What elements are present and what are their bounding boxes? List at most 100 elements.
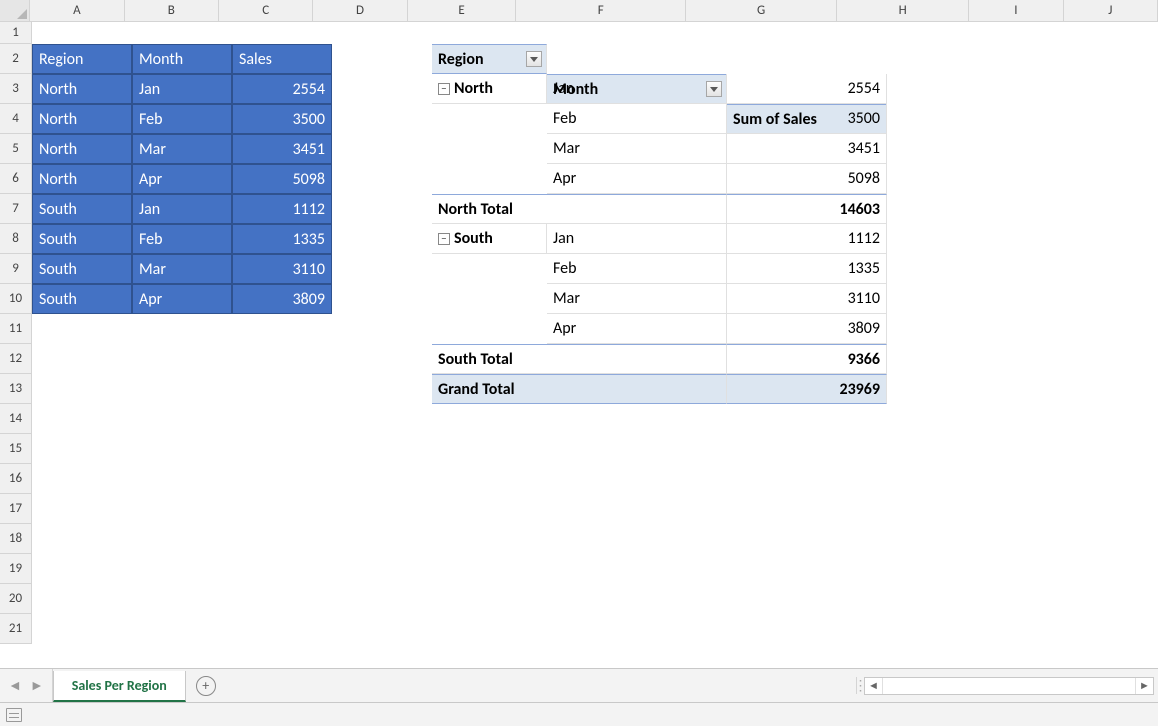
scroll-right-icon[interactable]: ► — [1135, 678, 1153, 694]
source-header-sales[interactable]: Sales — [232, 44, 332, 74]
source-cell-region[interactable]: North — [32, 134, 132, 164]
source-cell-month[interactable]: Jan — [132, 74, 232, 104]
sheet-nav-arrows[interactable]: ◄ ► — [0, 669, 53, 702]
row-header-10[interactable]: 10 — [0, 284, 32, 314]
source-cell-month[interactable]: Feb — [132, 224, 232, 254]
pivot-filter-region-dropdown[interactable] — [526, 51, 542, 67]
row-header-15[interactable]: 15 — [0, 434, 32, 464]
column-header-F[interactable]: F — [516, 0, 686, 22]
sheet-tab-active[interactable]: Sales Per Region — [53, 671, 186, 702]
source-cell-region[interactable]: South — [32, 194, 132, 224]
column-header-D[interactable]: D — [313, 0, 407, 22]
row-header-9[interactable]: 9 — [0, 254, 32, 284]
pivot-month[interactable]: Feb — [547, 104, 727, 134]
add-sheet-button[interactable]: + — [186, 669, 226, 702]
row-header-20[interactable]: 20 — [0, 584, 32, 614]
source-cell-region[interactable]: South — [32, 284, 132, 314]
source-cell-sales[interactable]: 5098 — [232, 164, 332, 194]
select-all-triangle[interactable] — [0, 0, 30, 22]
row-header-5[interactable]: 5 — [0, 134, 32, 164]
pivot-value[interactable]: 5098 — [727, 164, 887, 194]
pivot-month[interactable]: Jan — [547, 224, 727, 254]
source-cell-sales[interactable]: 1112 — [232, 194, 332, 224]
row-header-4[interactable]: 4 — [0, 104, 32, 134]
pivot-grandtotal-value[interactable]: 23969 — [727, 374, 887, 404]
pivot-month[interactable]: Feb — [547, 254, 727, 284]
row-header-6[interactable]: 6 — [0, 164, 32, 194]
pivot-month[interactable]: Apr — [547, 314, 727, 344]
source-cell-region[interactable]: South — [32, 254, 132, 284]
source-cell-sales[interactable]: 1335 — [232, 224, 332, 254]
pivot-value[interactable]: 1335 — [727, 254, 887, 284]
column-header-H[interactable]: H — [837, 0, 969, 22]
source-header-region[interactable]: Region — [32, 44, 132, 74]
source-cell-sales[interactable]: 2554 — [232, 74, 332, 104]
pivot-month[interactable]: Mar — [547, 134, 727, 164]
pivot-subtotal-value[interactable]: 14603 — [727, 194, 887, 224]
sheet-nav-prev-icon[interactable]: ◄ — [8, 677, 22, 694]
pivot-value[interactable]: 3500 — [727, 104, 887, 134]
source-header-month[interactable]: Month — [132, 44, 232, 74]
row-header-2[interactable]: 2 — [0, 44, 32, 74]
column-header-A[interactable]: A — [30, 0, 124, 22]
row-header-16[interactable]: 16 — [0, 464, 32, 494]
pivot-month[interactable]: Apr — [547, 164, 727, 194]
source-cell-region[interactable]: North — [32, 104, 132, 134]
source-cell-region[interactable]: North — [32, 164, 132, 194]
source-cell-sales[interactable]: 3500 — [232, 104, 332, 134]
pivot-value[interactable]: 3809 — [727, 314, 887, 344]
row-header-14[interactable]: 14 — [0, 404, 32, 434]
cells-area[interactable]: RegionMonthSalesNorthJan2554NorthFeb3500… — [32, 22, 1158, 668]
pivot-value[interactable]: 2554 — [727, 74, 887, 104]
pivot-subtotal-value[interactable]: 9366 — [727, 344, 887, 374]
source-cell-region[interactable]: South — [32, 224, 132, 254]
pivot-value[interactable]: 3451 — [727, 134, 887, 164]
source-cell-month[interactable]: Mar — [132, 134, 232, 164]
pivot-group-south[interactable]: −South — [432, 224, 547, 254]
column-header-C[interactable]: C — [219, 0, 313, 22]
source-cell-month[interactable]: Jan — [132, 194, 232, 224]
tab-scroll-splitter[interactable]: ⋮ — [856, 677, 864, 694]
horizontal-scrollbar[interactable]: ◄ ► — [864, 677, 1154, 695]
plus-icon: + — [196, 676, 216, 696]
row-header-19[interactable]: 19 — [0, 554, 32, 584]
pivot-value[interactable]: 1112 — [727, 224, 887, 254]
row-header-1[interactable]: 1 — [0, 22, 32, 44]
source-cell-month[interactable]: Feb — [132, 104, 232, 134]
row-header-17[interactable]: 17 — [0, 494, 32, 524]
source-cell-region[interactable]: North — [32, 74, 132, 104]
pivot-subtotal-label[interactable]: South Total — [432, 344, 727, 374]
pivot-month[interactable]: Mar — [547, 284, 727, 314]
pivot-month[interactable]: Jan — [547, 74, 727, 104]
row-header-18[interactable]: 18 — [0, 524, 32, 554]
pivot-group-north[interactable]: −North — [432, 74, 547, 104]
source-cell-sales[interactable]: 3451 — [232, 134, 332, 164]
source-cell-month[interactable]: Apr — [132, 284, 232, 314]
pivot-subtotal-label[interactable]: North Total — [432, 194, 727, 224]
pivot-value[interactable]: 3110 — [727, 284, 887, 314]
record-macro-icon[interactable] — [6, 708, 22, 722]
row-header-7[interactable]: 7 — [0, 194, 32, 224]
pivot-header-region[interactable]: Region — [432, 44, 547, 74]
worksheet-grid[interactable]: ABCDEFGHIJ 12345678910111213141516171819… — [0, 0, 1158, 668]
row-header-21[interactable]: 21 — [0, 614, 32, 644]
column-header-G[interactable]: G — [686, 0, 837, 22]
row-header-12[interactable]: 12 — [0, 344, 32, 374]
column-header-E[interactable]: E — [408, 0, 517, 22]
column-header-I[interactable]: I — [969, 0, 1063, 22]
collapse-icon[interactable]: − — [438, 83, 450, 95]
pivot-grandtotal-label[interactable]: Grand Total — [432, 374, 727, 404]
scroll-left-icon[interactable]: ◄ — [865, 678, 883, 694]
source-cell-sales[interactable]: 3809 — [232, 284, 332, 314]
row-header-8[interactable]: 8 — [0, 224, 32, 254]
row-header-11[interactable]: 11 — [0, 314, 32, 344]
source-cell-month[interactable]: Apr — [132, 164, 232, 194]
row-header-13[interactable]: 13 — [0, 374, 32, 404]
column-header-B[interactable]: B — [125, 0, 219, 22]
source-cell-month[interactable]: Mar — [132, 254, 232, 284]
source-cell-sales[interactable]: 3110 — [232, 254, 332, 284]
row-header-3[interactable]: 3 — [0, 74, 32, 104]
collapse-icon[interactable]: − — [438, 233, 450, 245]
column-header-J[interactable]: J — [1064, 0, 1158, 22]
sheet-nav-next-icon[interactable]: ► — [30, 677, 44, 694]
